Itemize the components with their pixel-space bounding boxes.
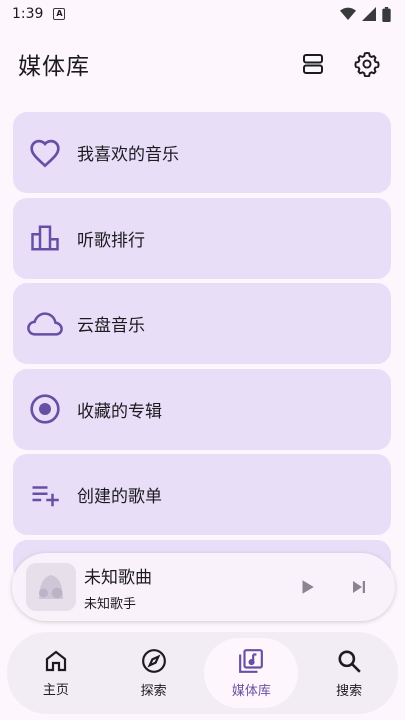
mini-player[interactable]: 未知歌曲 未知歌手 (12, 553, 395, 621)
album-cover (26, 563, 76, 611)
library-item-albums[interactable]: 收藏的专辑 (13, 368, 391, 450)
home-icon (45, 650, 66, 671)
layout-toggle-button[interactable] (293, 44, 333, 84)
library-item-label: 收藏的专辑 (77, 401, 162, 422)
play-icon (302, 580, 314, 594)
search-icon (338, 649, 361, 673)
nav-home[interactable]: 主页 (9, 638, 103, 708)
nav-label: 搜索 (336, 683, 363, 699)
library-item-ranking[interactable]: 听歌排行 (13, 197, 391, 279)
nav-label: 探索 (140, 683, 167, 699)
settings-button[interactable] (347, 44, 387, 84)
signal-icon (362, 7, 376, 21)
nav-explore[interactable]: 探索 (107, 638, 201, 708)
library-list: 我喜欢的音乐 听歌排行 云盘音乐 收藏的专辑 创建的歌单 (13, 112, 391, 584)
album-placeholder-icon (39, 575, 63, 599)
library-item-cloud[interactable]: 云盘音乐 (13, 283, 391, 364)
track-title: 未知歌曲 (84, 567, 152, 588)
nav-label: 媒体库 (231, 683, 271, 699)
notification-a-icon: A (53, 8, 66, 20)
page-title: 媒体库 (18, 54, 90, 80)
view-agenda-icon (303, 54, 323, 74)
bar-chart-icon (31, 225, 59, 251)
library-item-label: 创建的歌单 (77, 487, 162, 507)
next-button[interactable] (341, 569, 377, 605)
heart-icon (30, 139, 60, 167)
playlist-add-icon (32, 485, 59, 506)
cloud-icon (27, 311, 63, 336)
status-bar: 1:39 A (0, 0, 405, 28)
library-item-playlists[interactable]: 创建的歌单 (13, 454, 391, 535)
battery-icon (382, 6, 391, 22)
track-artist: 未知歌手 (84, 596, 137, 612)
library-item-label: 云盘音乐 (77, 316, 145, 336)
gear-icon (354, 51, 380, 77)
play-button[interactable] (289, 569, 325, 605)
app-bar: 媒体库 (0, 38, 405, 90)
status-time: 1:39 (12, 6, 44, 22)
compass-icon (141, 648, 166, 673)
album-icon (30, 394, 60, 424)
wifi-icon (340, 7, 356, 21)
nav-label: 主页 (42, 682, 69, 698)
bottom-navigation: 主页 探索 媒体库 搜索 (7, 632, 398, 714)
nav-library[interactable]: 媒体库 (204, 638, 299, 708)
library-item-label: 听歌排行 (77, 230, 145, 251)
skip-next-icon (353, 581, 365, 593)
library-music-icon (239, 648, 264, 673)
nav-search[interactable]: 搜索 (302, 638, 396, 708)
library-item-label: 我喜欢的音乐 (77, 145, 179, 165)
library-item-favorites[interactable]: 我喜欢的音乐 (13, 112, 391, 193)
